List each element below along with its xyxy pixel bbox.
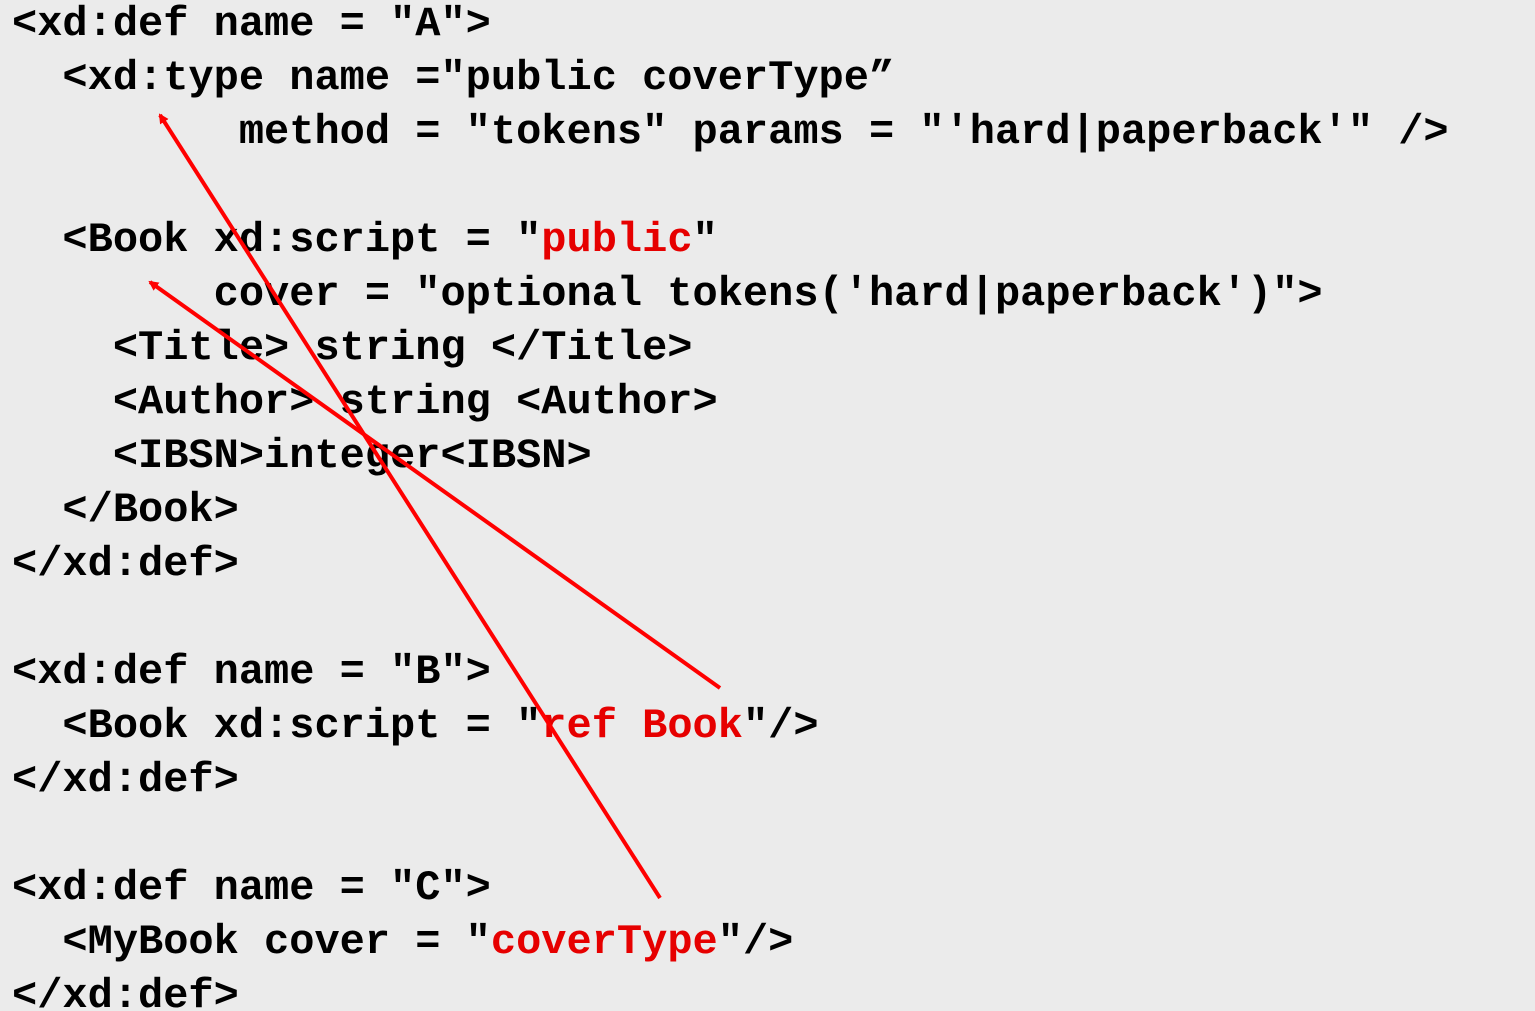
author-element: <Author> string <Author> xyxy=(12,378,718,426)
title-element: <Title> string </Title> xyxy=(12,324,693,372)
book-script-suffix: " xyxy=(692,216,718,264)
type-declaration: <xd:type name ="public coverType” xyxy=(12,54,895,102)
def-c-open: <xd:def name = "C"> xyxy=(12,864,491,912)
def-b-close: </xd:def> xyxy=(12,756,239,804)
covertype-keyword: coverType xyxy=(490,918,718,966)
book-close: </Book> xyxy=(12,486,239,534)
book-script-line: <Book xd:script = "public" xyxy=(12,213,718,267)
def-c-close: </xd:def> xyxy=(12,972,239,1011)
def-a-close: </xd:def> xyxy=(12,540,239,588)
mybook-cover-line: <MyBook cover = "coverType"/> xyxy=(12,915,793,969)
def-a-open: <xd:def name = "A"> xyxy=(12,0,491,48)
def-b-open: <xd:def name = "B"> xyxy=(12,648,491,696)
book-ref-line: <Book xd:script = "ref Book"/> xyxy=(12,699,819,753)
mybook-cover-suffix: "/> xyxy=(717,918,794,966)
ibsn-element: <IBSN>integer<IBSN> xyxy=(12,432,592,480)
code-diagram: <xd:def name = "A"> <xd:type name ="publ… xyxy=(0,0,1535,1011)
ref-book-keyword: ref Book xyxy=(541,702,743,750)
book-ref-suffix: "/> xyxy=(742,702,819,750)
book-ref-prefix: <Book xd:script = " xyxy=(12,702,542,750)
book-script-prefix: <Book xd:script = " xyxy=(12,216,542,264)
book-cover-attribute: cover = "optional tokens('hard|paperback… xyxy=(12,270,1323,318)
type-method-params: method = "tokens" params = "'hard|paperb… xyxy=(12,108,1449,156)
public-keyword: public xyxy=(541,216,693,264)
mybook-cover-prefix: <MyBook cover = " xyxy=(12,918,491,966)
